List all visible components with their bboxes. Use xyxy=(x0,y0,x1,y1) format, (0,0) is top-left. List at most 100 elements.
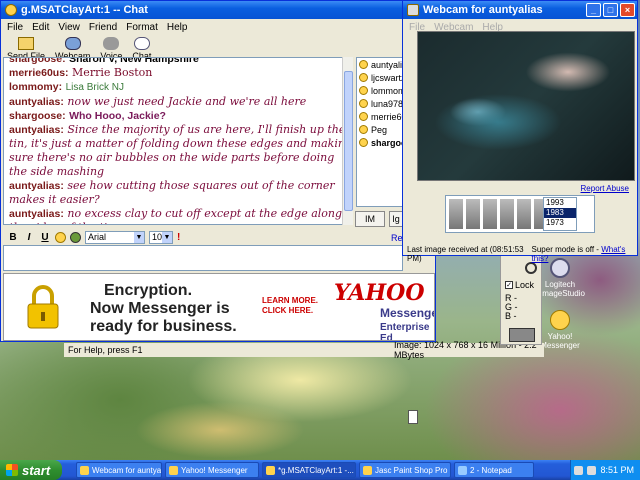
desktop-icon-logitech[interactable]: Logitech ImageStudio xyxy=(540,258,585,298)
menu-view[interactable]: View xyxy=(58,22,80,33)
user-item[interactable]: ljcswartz xyxy=(357,71,403,84)
desktop-icon-label: Logitech xyxy=(544,280,576,289)
color-icon[interactable] xyxy=(70,231,81,243)
year-option-selected[interactable]: 1983 xyxy=(544,208,576,218)
year-option[interactable]: 1973 xyxy=(544,218,576,228)
user-item[interactable]: auntyalias xyxy=(357,58,403,71)
taskbar-item[interactable]: Yahoo! Messenger xyxy=(165,462,259,478)
taskbar-item-active[interactable]: *g.MSATClayArt:1 -... xyxy=(262,462,356,478)
taskbar-item[interactable]: 2 - Notepad xyxy=(454,462,534,478)
taskbar-item-label: 2 - Notepad xyxy=(470,465,512,475)
yahoo-ad-banner[interactable]: Encryption. Now Messenger is ready for b… xyxy=(3,273,435,341)
im-button[interactable]: IM xyxy=(355,211,385,227)
taskbar-item-label: *g.MSATClayArt:1 -... xyxy=(278,465,354,475)
chat-menubar: File Edit View Friend Format Help xyxy=(1,19,435,35)
user-item[interactable]: luna9786 xyxy=(357,97,403,110)
desktop-icon-yahoo-messenger[interactable]: Yahoo! Messenger xyxy=(540,310,580,350)
close-button[interactable]: × xyxy=(620,3,635,17)
size-select[interactable]: 10 ▼ xyxy=(149,230,173,244)
clock[interactable]: 8:51 PM xyxy=(600,465,634,475)
ad-edition: Enterprise Ed xyxy=(380,322,430,341)
user-name: ljcswartz xyxy=(371,72,404,83)
camera-icon xyxy=(550,258,570,278)
year-option[interactable]: 1993 xyxy=(544,198,576,208)
user-item[interactable]: merrie60us xyxy=(357,110,403,123)
message-text: Merrie Boston xyxy=(72,66,153,79)
report-abuse-link[interactable]: Report Abuse xyxy=(581,184,629,193)
ignore-button[interactable]: Ig xyxy=(389,211,403,227)
microphone-icon xyxy=(103,37,120,50)
yahoo-task-icon xyxy=(169,465,178,475)
message-nick: shargoose: xyxy=(9,57,66,65)
menu-help[interactable]: Help xyxy=(167,22,188,33)
scrollbar-thumb[interactable] xyxy=(344,71,353,211)
tray-icon[interactable] xyxy=(587,465,597,475)
taskbar-item-label: Jasc Paint Shop Pro ... xyxy=(375,465,451,475)
webcam-statusbar: Last image received at (08:51:53 PM) Sup… xyxy=(407,245,640,263)
minimize-button[interactable]: _ xyxy=(586,3,601,17)
chat-window-title: g.MSATClayArt:1 -- Chat xyxy=(21,4,148,16)
menu-file[interactable]: File xyxy=(7,22,23,33)
user-item[interactable]: shargoose xyxy=(357,136,403,149)
chevron-down-icon: ▼ xyxy=(134,231,144,243)
desktop-icon-label: Messenger xyxy=(540,341,580,350)
smiley-icon xyxy=(359,60,368,69)
italic-button[interactable]: I xyxy=(23,232,35,243)
user-item[interactable]: Peg xyxy=(357,123,403,136)
system-tray: 8:51 PM xyxy=(570,460,640,480)
menu-format[interactable]: Format xyxy=(126,22,158,33)
user-list[interactable]: auntyalias ljcswartz lommomy luna9786 me… xyxy=(356,57,404,207)
smiley-icon xyxy=(359,86,368,95)
webcam-titlebar[interactable]: Webcam for auntyalias _ □ × xyxy=(403,1,637,19)
yahoo-logo: YAHOO xyxy=(334,280,425,306)
super-mode-text: Super mode is off - xyxy=(531,245,599,254)
size-select-value: 10 xyxy=(152,232,163,242)
chat-message: auntyalias: see how cutting those square… xyxy=(9,179,352,207)
chat-transcript[interactable]: shargoose: Sharon V, New Hampshire merri… xyxy=(3,57,353,225)
no-entry-icon[interactable] xyxy=(525,262,537,274)
face-thumbnail xyxy=(483,199,497,229)
face-thumbnail xyxy=(517,199,531,229)
user-item[interactable]: lommomy xyxy=(357,84,403,97)
webcam-title-icon xyxy=(407,4,419,16)
message-input[interactable] xyxy=(3,245,403,271)
taskbar-item[interactable]: Jasc Paint Shop Pro ... xyxy=(359,462,451,478)
ad-learn-more[interactable]: LEARN MORE. CLICK HERE. xyxy=(262,296,318,316)
webcam-task-icon xyxy=(80,465,89,475)
maximize-button[interactable]: □ xyxy=(603,3,618,17)
chat-message: shargoose: Who Hooo, Jackie? xyxy=(9,109,352,123)
chat-message: auntyalias: Since the majority of us are… xyxy=(9,123,352,179)
start-button[interactable]: start xyxy=(0,460,62,480)
psp-help-text: For Help, press F1 xyxy=(68,345,143,355)
start-label: start xyxy=(22,462,51,478)
lock-checkbox[interactable]: ✓ xyxy=(505,281,513,289)
webcam-video xyxy=(417,31,635,181)
underline-button[interactable]: U xyxy=(39,232,51,243)
emoticon-icon[interactable] xyxy=(55,231,66,243)
taskbar-item[interactable]: Webcam for auntyal... xyxy=(76,462,162,478)
user-name: lommomy xyxy=(371,85,403,96)
ad-line-2: Now Messenger is xyxy=(90,300,230,317)
notepad-file-icon[interactable] xyxy=(408,410,418,424)
menu-friend[interactable]: Friend xyxy=(89,22,117,33)
font-select[interactable]: Arial ▼ xyxy=(85,230,145,244)
user-name: shargoose xyxy=(371,137,403,148)
year-list[interactable]: 1993 1983 1973 xyxy=(543,197,577,231)
psp-statusbar: For Help, press F1 Image: 1024 x 768 x 1… xyxy=(64,340,544,360)
chat-message: auntyalias: no excess clay to cut off ex… xyxy=(9,207,352,224)
taskbar: start Webcam for auntyal... Yahoo! Messe… xyxy=(0,460,640,480)
message-nick: auntyalias: xyxy=(9,96,64,108)
smiley-icon xyxy=(550,310,570,330)
chat-scrollbar[interactable] xyxy=(342,57,353,225)
user-name: auntyalias xyxy=(371,59,403,70)
tray-icon[interactable] xyxy=(574,465,584,475)
color-swatch[interactable] xyxy=(509,328,535,342)
desktop-icon-label: Yahoo! xyxy=(547,332,573,341)
chevron-down-icon: ▼ xyxy=(162,231,172,243)
b-value: - xyxy=(513,311,517,321)
bold-button[interactable]: B xyxy=(7,232,19,243)
buzz-icon[interactable]: ! xyxy=(177,232,180,243)
font-select-value: Arial xyxy=(88,232,107,242)
menu-edit[interactable]: Edit xyxy=(32,22,49,33)
chat-titlebar[interactable]: g.MSATClayArt:1 -- Chat xyxy=(1,1,435,19)
